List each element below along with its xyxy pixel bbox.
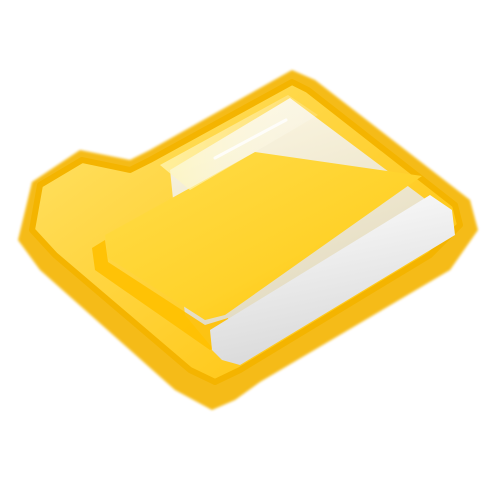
folder-icon	[18, 70, 478, 410]
icon-canvas	[0, 0, 500, 500]
